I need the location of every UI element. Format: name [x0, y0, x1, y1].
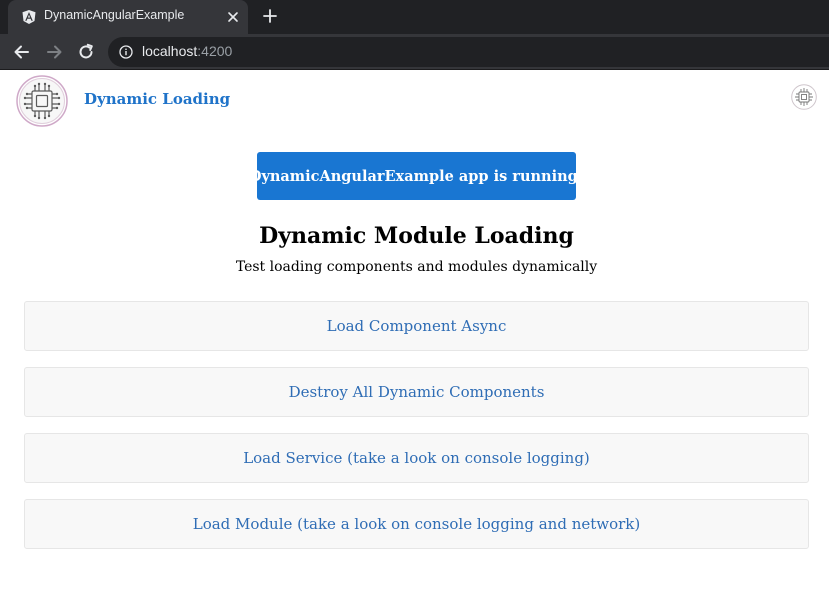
url-host: localhost: [142, 43, 198, 59]
action-label: Load Component Async: [326, 317, 507, 335]
page-subtitle: Test loading components and modules dyna…: [235, 259, 598, 275]
address-bar[interactable]: localhost:4200: [108, 37, 829, 67]
browser-tab-strip: DynamicAngularExample: [0, 0, 829, 34]
plus-icon[interactable]: [261, 7, 279, 25]
tab-title: DynamicAngularExample: [44, 8, 185, 22]
page-content: Dynamic Loading DynamicAngularExample ap…: [0, 70, 829, 615]
destroy-components-button[interactable]: Destroy All Dynamic Components: [24, 367, 809, 417]
arrow-forward-icon[interactable]: [44, 42, 64, 62]
load-component-async-button[interactable]: Load Component Async: [24, 301, 809, 351]
arrow-back-icon[interactable]: [12, 42, 32, 62]
action-label: Load Service (take a look on console log…: [243, 449, 590, 467]
chip-logo-icon: [16, 75, 68, 127]
app-running-banner: DynamicAngularExample app is running!: [249, 152, 584, 200]
action-label: Load Module (take a look on console logg…: [192, 515, 641, 533]
app-title-link[interactable]: Dynamic Loading: [84, 90, 230, 108]
page-title: Dynamic Module Loading: [259, 223, 574, 249]
action-label: Destroy All Dynamic Components: [288, 383, 545, 401]
reload-icon[interactable]: [76, 42, 96, 62]
url-text[interactable]: localhost:4200: [142, 43, 232, 59]
browser-toolbar: localhost:4200: [0, 34, 829, 70]
close-icon[interactable]: [224, 8, 242, 26]
chip-logo-icon: [791, 84, 817, 110]
info-icon[interactable]: [119, 45, 133, 59]
load-module-button[interactable]: Load Module (take a look on console logg…: [24, 499, 809, 549]
browser-tab[interactable]: DynamicAngularExample: [8, 0, 248, 34]
load-service-button[interactable]: Load Service (take a look on console log…: [24, 433, 809, 483]
banner-text: DynamicAngularExample app is running!: [248, 167, 585, 185]
url-port: :4200: [197, 43, 233, 59]
angular-icon: [22, 10, 36, 24]
